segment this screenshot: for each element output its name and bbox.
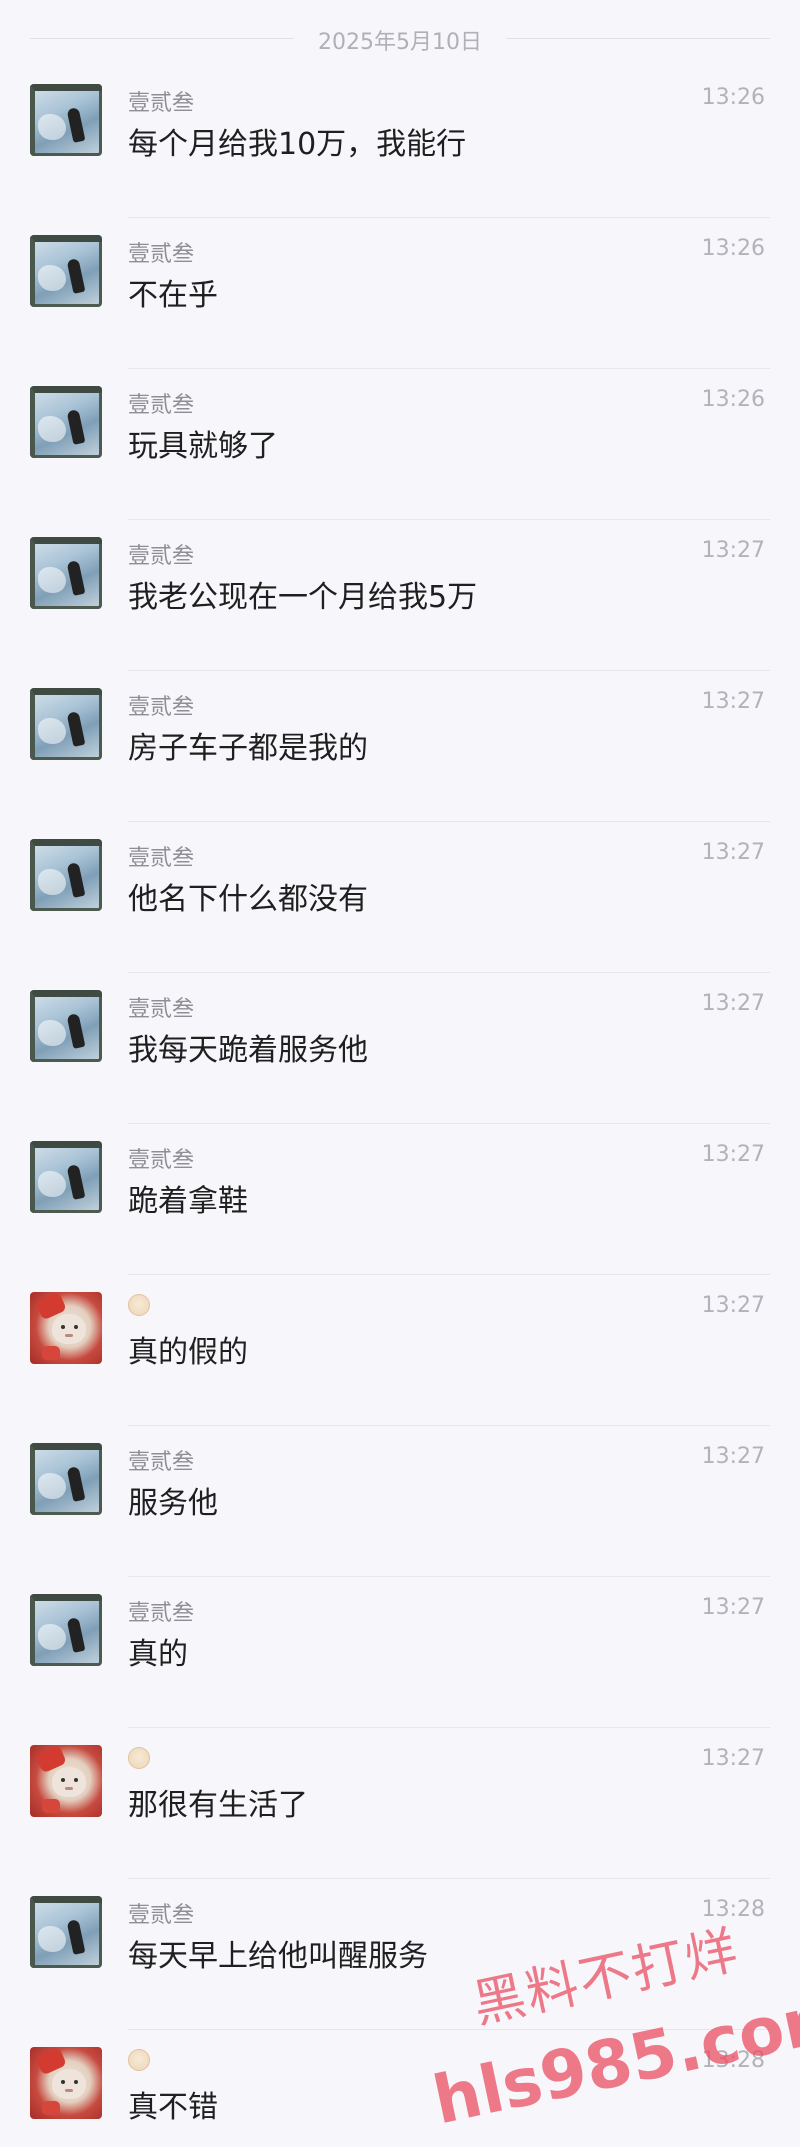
message-time: 13:27 (701, 538, 765, 563)
message-item[interactable]: 壹贰叁 13:27 跪着拿鞋 (0, 1124, 800, 1275)
date-separator: 2025年5月10日 (0, 18, 800, 58)
cat-photo-avatar-icon[interactable] (30, 1745, 102, 1817)
message-item[interactable]: 壹贰叁 13:27 服务他 (0, 1426, 800, 1577)
message-time: 13:26 (701, 236, 765, 261)
message-item[interactable]: 13:28 真不错 (0, 2030, 800, 2147)
window-photo-avatar-icon[interactable] (30, 235, 102, 307)
message-time: 13:27 (701, 1142, 765, 1167)
sender-name: 壹贰叁 (128, 91, 195, 116)
message-text: 真的假的 (128, 1335, 248, 1370)
message-item[interactable]: 13:27 真的假的 (0, 1275, 800, 1426)
message-item[interactable]: 壹贰叁 13:26 每个月给我10万，我能行 (0, 67, 800, 218)
message-text: 房子车子都是我的 (128, 731, 368, 766)
message-text: 每天早上给他叫醒服务 (128, 1939, 428, 1974)
sender-name: 壹贰叁 (128, 1903, 195, 1928)
window-photo-avatar-icon[interactable] (30, 386, 102, 458)
message-item[interactable]: 壹贰叁 13:27 我每天跪着服务他 (0, 973, 800, 1124)
message-time: 13:27 (701, 991, 765, 1016)
window-photo-avatar-icon[interactable] (30, 1594, 102, 1666)
message-time: 13:26 (701, 85, 765, 110)
message-item[interactable]: 13:27 那很有生活了 (0, 1728, 800, 1879)
window-photo-avatar-icon[interactable] (30, 1896, 102, 1968)
sender-name: 壹贰叁 (128, 1148, 195, 1173)
emoji-name-icon (128, 2049, 150, 2071)
message-text: 跪着拿鞋 (128, 1184, 248, 1219)
date-separator-label: 2025年5月10日 (318, 30, 482, 55)
message-time: 13:27 (701, 1746, 765, 1771)
message-text: 玩具就够了 (128, 429, 278, 464)
message-time: 13:27 (701, 689, 765, 714)
message-time: 13:28 (701, 2048, 765, 2073)
message-text: 真不错 (128, 2090, 218, 2125)
sender-name: 壹贰叁 (128, 544, 195, 569)
window-photo-avatar-icon[interactable] (30, 990, 102, 1062)
message-text: 他名下什么都没有 (128, 882, 368, 917)
message-time: 13:27 (701, 1293, 765, 1318)
message-time: 13:28 (701, 1897, 765, 1922)
window-photo-avatar-icon[interactable] (30, 537, 102, 609)
message-text: 每个月给我10万，我能行 (128, 127, 467, 162)
message-time: 13:26 (701, 387, 765, 412)
sender-name: 壹贰叁 (128, 846, 195, 871)
sender-name: 壹贰叁 (128, 393, 195, 418)
sender-name: 壹贰叁 (128, 1601, 195, 1626)
date-separator-right-line (506, 38, 770, 39)
message-text: 服务他 (128, 1486, 218, 1521)
message-item[interactable]: 壹贰叁 13:27 房子车子都是我的 (0, 671, 800, 822)
window-photo-avatar-icon[interactable] (30, 84, 102, 156)
date-separator-left-line (30, 38, 294, 39)
sender-name: 壹贰叁 (128, 695, 195, 720)
window-photo-avatar-icon[interactable] (30, 1141, 102, 1213)
message-item[interactable]: 壹贰叁 13:27 真的 (0, 1577, 800, 1728)
message-item[interactable]: 壹贰叁 13:28 每天早上给他叫醒服务 (0, 1879, 800, 2030)
message-text: 不在乎 (128, 278, 218, 313)
message-text: 真的 (128, 1637, 188, 1672)
message-item[interactable]: 壹贰叁 13:26 玩具就够了 (0, 369, 800, 520)
message-item[interactable]: 壹贰叁 13:26 不在乎 (0, 218, 800, 369)
window-photo-avatar-icon[interactable] (30, 1443, 102, 1515)
cat-photo-avatar-icon[interactable] (30, 1292, 102, 1364)
sender-name: 壹贰叁 (128, 242, 195, 267)
message-text: 我每天跪着服务他 (128, 1033, 368, 1068)
emoji-name-icon (128, 1294, 150, 1316)
message-time: 13:27 (701, 1444, 765, 1469)
sender-name: 壹贰叁 (128, 997, 195, 1022)
message-item[interactable]: 壹贰叁 13:27 我老公现在一个月给我5万 (0, 520, 800, 671)
window-photo-avatar-icon[interactable] (30, 839, 102, 911)
message-time: 13:27 (701, 840, 765, 865)
window-photo-avatar-icon[interactable] (30, 688, 102, 760)
sender-name: 壹贰叁 (128, 1450, 195, 1475)
emoji-name-icon (128, 1747, 150, 1769)
cat-photo-avatar-icon[interactable] (30, 2047, 102, 2119)
message-item[interactable]: 壹贰叁 13:27 他名下什么都没有 (0, 822, 800, 973)
message-time: 13:27 (701, 1595, 765, 1620)
message-text: 那很有生活了 (128, 1788, 308, 1823)
message-text: 我老公现在一个月给我5万 (128, 580, 478, 615)
